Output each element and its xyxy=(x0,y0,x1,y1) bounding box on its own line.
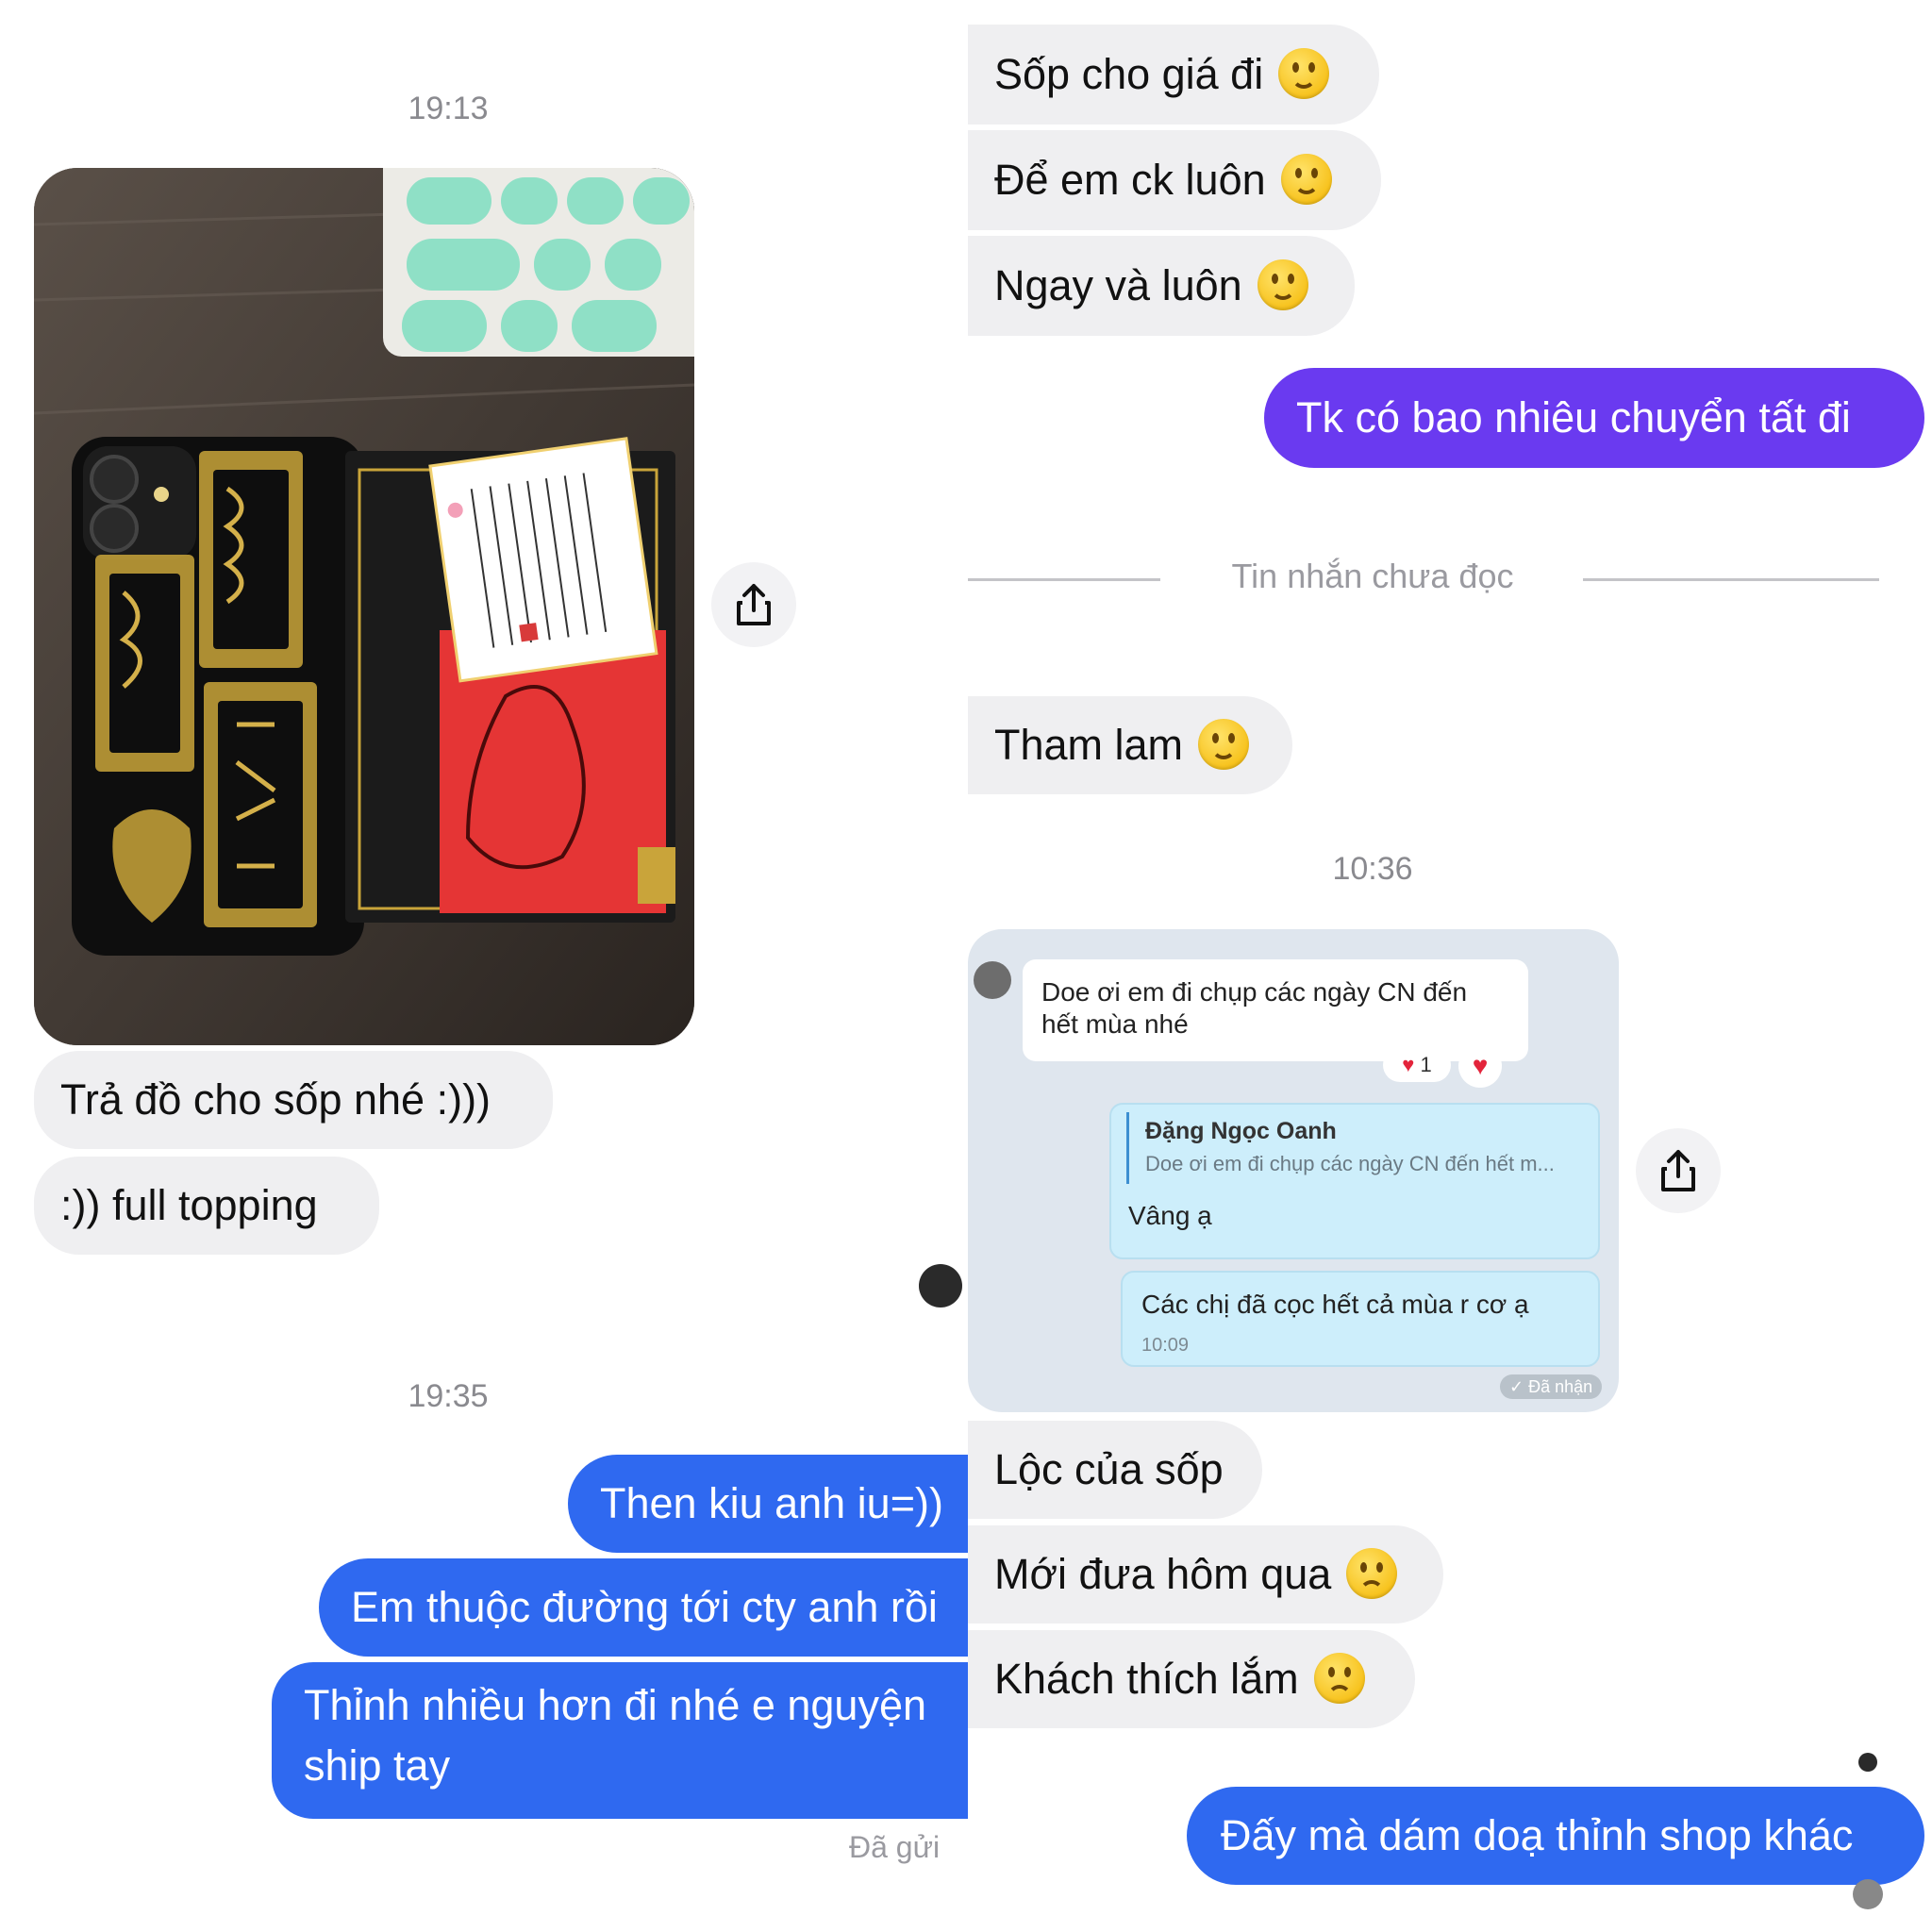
heart-icon: ♥ xyxy=(1402,1053,1415,1076)
embedded-chat-screenshot[interactable]: Doe ơi em đi chụp các ngày CN đến hết mù… xyxy=(968,929,1619,1412)
share-button-photo[interactable] xyxy=(711,562,796,647)
embedded-message-1-line1: Doe ơi em đi chụp các ngày CN đến xyxy=(1041,977,1468,1007)
divider-line-right xyxy=(1583,578,1879,581)
outgoing-message-3-line2: ship tay xyxy=(304,1741,451,1790)
incoming-message-1[interactable]: Trả đồ cho sốp nhé :))) xyxy=(34,1051,553,1149)
divider-line-left xyxy=(968,578,1160,581)
smile-emoji-icon xyxy=(1280,154,1332,206)
read-receipt-avatar xyxy=(919,1264,962,1307)
incoming-message-2[interactable]: :)) full topping xyxy=(34,1157,379,1255)
unread-divider-label: Tin nhắn chưa đọc xyxy=(1231,557,1514,595)
smile-emoji-icon xyxy=(1198,719,1250,771)
smile-emoji-icon xyxy=(1278,48,1330,100)
timestamp-1913: 19:13 xyxy=(408,91,489,126)
embedded-avatar xyxy=(974,961,1011,999)
outgoing-message-2[interactable]: Em thuộc đường tới cty anh rồi xyxy=(319,1558,968,1657)
incoming-message-khach-thich[interactable]: Khách thích lắm xyxy=(968,1630,1415,1728)
outgoing-message-1[interactable]: Then kiu anh iu=)) xyxy=(568,1455,968,1553)
incoming-message-sop-cho-gia[interactable]: Sốp cho giá đi xyxy=(968,25,1379,125)
share-icon xyxy=(1661,1150,1695,1191)
sad-emoji-icon xyxy=(1346,1548,1398,1600)
outgoing-message-3-line1: Thỉnh nhiều hơn đi nhé e nguyện xyxy=(304,1681,927,1729)
timestamp-1935: 19:35 xyxy=(408,1378,489,1414)
incoming-message-de-em-ck[interactable]: Để em ck luôn xyxy=(968,130,1381,230)
heart-reaction-button: ♥ xyxy=(1458,1044,1502,1088)
reply-text: Vâng ạ xyxy=(1128,1201,1212,1230)
embedded-message-2-time: 10:09 xyxy=(1141,1335,1190,1356)
embedded-message-1: Doe ơi em đi chụp các ngày CN đến hết mù… xyxy=(1023,959,1528,1061)
read-receipt-avatar-3 xyxy=(1853,1879,1883,1909)
incoming-message-moi-dua[interactable]: Mới đưa hôm qua xyxy=(968,1525,1443,1624)
read-receipt-avatar-2 xyxy=(1858,1753,1877,1772)
amulet-photo xyxy=(34,168,694,1045)
sad-emoji-icon xyxy=(1313,1653,1365,1705)
incoming-message-ngay-va-luon[interactable]: Ngay và luôn xyxy=(968,236,1355,336)
embedded-reply-card: Đặng Ngọc Oanh Doe ơi em đi chụp các ngà… xyxy=(1109,1103,1600,1259)
reaction-badge: ♥ 1 xyxy=(1383,1048,1451,1082)
reply-sender-name: Đặng Ngọc Oanh xyxy=(1145,1118,1337,1144)
photo-message[interactable] xyxy=(34,168,694,1045)
incoming-message-loc-cua-sop[interactable]: Lộc của sốp xyxy=(968,1421,1262,1519)
received-status-badge: ✓ Đã nhận xyxy=(1500,1374,1603,1399)
share-button-embedded[interactable] xyxy=(1636,1128,1721,1213)
outgoing-message-purple[interactable]: Tk có bao nhiêu chuyển tất đi xyxy=(1264,368,1924,468)
outgoing-message-final[interactable]: Đấy mà dám doạ thỉnh shop khác xyxy=(1187,1787,1924,1885)
embedded-message-1-line2: hết mùa nhé xyxy=(1041,1009,1189,1039)
outgoing-message-3[interactable]: Thỉnh nhiều hơn đi nhé e nguyện ship tay xyxy=(272,1662,968,1819)
quote-bar xyxy=(1126,1112,1129,1184)
share-icon xyxy=(737,584,771,625)
reply-quote: Doe ơi em đi chụp các ngày CN đến hết m.… xyxy=(1145,1152,1555,1175)
embedded-message-2: Các chị đã cọc hết cả mùa r cơ ạ 10:09 xyxy=(1121,1271,1600,1367)
sent-status: Đã gửi xyxy=(849,1830,941,1864)
timestamp-1036: 10:36 xyxy=(1332,851,1413,887)
smile-emoji-icon xyxy=(1257,259,1308,311)
embedded-message-2-text: Các chị đã cọc hết cả mùa r cơ ạ xyxy=(1141,1290,1529,1319)
incoming-message-tham-lam[interactable]: Tham lam xyxy=(968,696,1292,794)
